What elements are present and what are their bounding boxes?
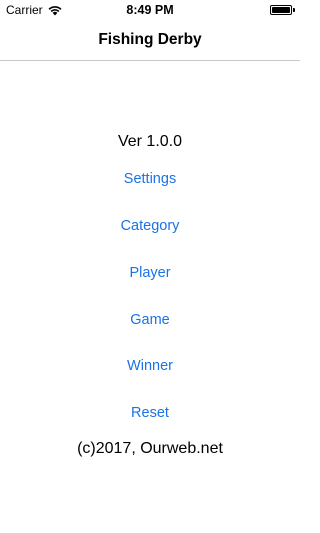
battery-nub: [293, 8, 295, 12]
page-title: Fishing Derby: [98, 31, 202, 48]
reset-link[interactable]: Reset: [0, 405, 300, 421]
category-link[interactable]: Category: [0, 218, 300, 234]
version-label: Ver 1.0.0: [117, 133, 183, 150]
battery-fill: [272, 7, 290, 13]
copyright-label: (c)2017, Ourweb.net: [77, 440, 223, 457]
status-bar: Carrier 8:49 PM: [0, 0, 300, 20]
player-link[interactable]: Player: [0, 265, 300, 281]
game-link[interactable]: Game: [0, 312, 300, 328]
status-time: 8:49 PM: [126, 3, 174, 17]
settings-link[interactable]: Settings: [0, 171, 300, 187]
navigation-bar: Fishing Derby: [0, 20, 300, 61]
winner-link[interactable]: Winner: [0, 358, 300, 374]
battery-icon: [270, 5, 295, 15]
